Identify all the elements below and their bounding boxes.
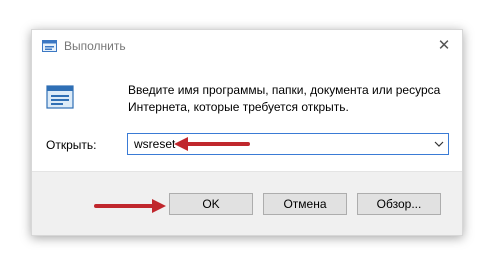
run-program-icon bbox=[46, 85, 74, 109]
open-label: Открыть: bbox=[46, 138, 97, 152]
close-icon[interactable]: ✕ bbox=[438, 37, 451, 54]
run-dialog-icon bbox=[42, 40, 57, 52]
ok-button[interactable]: OK bbox=[169, 193, 253, 215]
open-combobox[interactable]: wsreset bbox=[127, 133, 449, 155]
dialog-description: Введите имя программы, папки, документа … bbox=[128, 83, 441, 114]
cancel-button[interactable]: Отмена bbox=[263, 193, 347, 215]
chevron-down-icon[interactable] bbox=[434, 140, 444, 148]
title-bar: Выполнить ✕ bbox=[32, 30, 462, 62]
browse-button[interactable]: Обзор... bbox=[357, 193, 441, 215]
close-button[interactable]: ✕ bbox=[432, 36, 456, 56]
run-dialog: Выполнить ✕ Введите имя программы, папки… bbox=[31, 29, 463, 236]
window-title: Выполнить bbox=[64, 39, 126, 53]
dialog-footer: OK Отмена Обзор... bbox=[32, 171, 462, 235]
open-input[interactable]: wsreset bbox=[134, 137, 175, 151]
